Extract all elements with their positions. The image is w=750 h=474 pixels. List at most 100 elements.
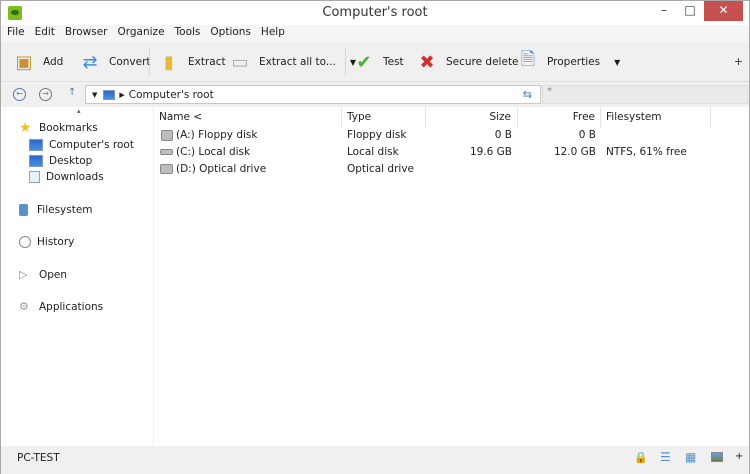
sidebar-item-downloads[interactable]: Downloads [29, 171, 104, 183]
convert-label: Convert [109, 56, 151, 68]
toolbar-divider [345, 48, 346, 76]
open-label: Open [39, 269, 68, 281]
status-more-button[interactable]: + [735, 451, 743, 462]
minimize-button[interactable]: – [651, 1, 677, 21]
bookmarks-label: Bookmarks [39, 122, 98, 134]
checkmark-icon: ✔ [356, 51, 372, 73]
row-name: (A:) Floppy disk [176, 129, 258, 141]
details-view-icon[interactable]: ☰ [660, 450, 671, 464]
sidebar: ▴ ★ Bookmarks Computer's root Desktop Dow… [1, 107, 153, 446]
menu-help[interactable]: Help [255, 25, 289, 38]
add-box-icon: ▣ [15, 51, 33, 73]
secure-delete-button[interactable]: ✖ Secure delete [416, 49, 519, 75]
row-filesystem: NTFS, 61% free [606, 146, 687, 158]
row-size: 19.6 GB [469, 146, 512, 158]
filesystem-icon [19, 204, 28, 216]
status-bar: PC-TEST 🔒 ☰ ▦ + [1, 446, 749, 474]
computer-icon [103, 89, 116, 100]
toolbar-more-button[interactable]: + [734, 49, 743, 75]
extract-label: Extract [188, 56, 226, 68]
add-label: Add [43, 56, 64, 68]
column-header-filesystem[interactable]: Filesystem [601, 107, 711, 127]
sidebar-item-computers-root[interactable]: Computer's root [29, 139, 134, 151]
menu-organize[interactable]: Organize [111, 25, 168, 38]
address-row: ← → ↑ ▼ ▶ Computer's root ⇆ * [1, 83, 749, 106]
extract-button[interactable]: ▮ Extract [158, 49, 226, 75]
desktop-icon [29, 155, 43, 167]
downloads-icon [29, 171, 40, 183]
hard-disk-icon [160, 149, 173, 155]
file-list: Name < Type Size Free Filesystem (A:) Fl… [154, 107, 749, 446]
sidebar-item-label: Computer's root [49, 139, 134, 151]
forward-icon[interactable]: → [39, 88, 52, 101]
thumbnail-view-icon[interactable] [711, 452, 723, 462]
history-label: History [37, 236, 75, 248]
row-free: 12.0 GB [553, 146, 596, 158]
play-icon: ▷ [19, 268, 28, 281]
column-header-type[interactable]: Type [342, 107, 426, 127]
row-type: Local disk [347, 146, 399, 158]
app-window: Computer's root – □ ✕ File Edit Browser Org… [0, 0, 750, 474]
convert-arrows-icon: ⇄ [82, 51, 98, 73]
row-name: (D:) Optical drive [176, 163, 267, 175]
row-name: (C:) Local disk [176, 146, 251, 158]
menu-bar: File Edit Browser Organize Tools Options Help [1, 25, 749, 42]
filesystem-label: Filesystem [37, 204, 93, 216]
toolbar-divider [149, 48, 150, 76]
menu-options[interactable]: Options [204, 25, 255, 38]
refresh-icon[interactable]: ⇆ [523, 88, 532, 101]
tiles-view-icon[interactable]: ▦ [685, 450, 696, 464]
secure-delete-label: Secure delete [446, 56, 519, 68]
collapse-icon[interactable]: ▴ [77, 107, 81, 115]
close-button[interactable]: ✕ [704, 1, 743, 21]
applications-label: Applications [39, 301, 104, 313]
window-title: Computer's root [322, 5, 428, 20]
folder-extract-icon: ▮ [164, 51, 174, 73]
add-button[interactable]: ▣ Add [13, 49, 63, 75]
menu-file[interactable]: File [1, 25, 29, 38]
convert-button[interactable]: ⇄ Convert [79, 49, 151, 75]
column-header-name[interactable]: Name < [154, 107, 342, 127]
sidebar-history[interactable]: History [19, 236, 74, 248]
maximize-button[interactable]: □ [677, 1, 703, 21]
filter-input[interactable]: * [542, 85, 748, 104]
sidebar-item-label: Desktop [49, 155, 93, 167]
sidebar-item-label: Downloads [46, 171, 104, 183]
test-label: Test [383, 56, 404, 68]
sidebar-item-desktop[interactable]: Desktop [29, 155, 92, 167]
toolbar: ▣ Add ⇄ Convert ▮ Extract ▭ Extract all to..… [1, 42, 749, 82]
column-header-size[interactable]: Size [426, 107, 518, 127]
star-icon: ★ [19, 120, 32, 136]
sidebar-applications[interactable]: ⚙ Applications [19, 300, 104, 314]
menu-edit[interactable]: Edit [29, 25, 59, 38]
drive-extract-icon: ▭ [231, 51, 249, 73]
chevron-down-icon[interactable]: ▼ [614, 58, 620, 67]
floppy-icon [161, 130, 173, 141]
history-dropdown-icon[interactable]: ▼ [92, 91, 97, 99]
extract-all-label: Extract all to... [259, 56, 336, 68]
sidebar-filesystem[interactable]: Filesystem [19, 204, 93, 216]
menu-tools[interactable]: Tools [169, 25, 205, 38]
menu-browser[interactable]: Browser [59, 25, 112, 38]
applications-icon: ⚙ [19, 300, 29, 313]
computer-icon [29, 139, 43, 151]
back-icon[interactable]: ← [13, 88, 26, 101]
row-type: Optical drive [347, 163, 414, 175]
row-size: 0 B [494, 129, 512, 141]
row-free: 0 B [578, 129, 596, 141]
properties-label: Properties [547, 56, 601, 68]
column-header-free[interactable]: Free [518, 107, 601, 127]
sidebar-bookmarks[interactable]: ★ Bookmarks [19, 120, 98, 136]
breadcrumb-arrow-icon: ▶ [119, 90, 125, 99]
sidebar-open[interactable]: ▷ Open [19, 268, 68, 282]
document-check-icon: 🗎 [520, 49, 536, 70]
properties-button[interactable]: 🗎 Properties ▼ [517, 49, 620, 75]
extract-all-button[interactable]: ▭ Extract all to... ▼ [229, 49, 356, 75]
test-button[interactable]: ✔ Test [353, 49, 404, 75]
address-bar[interactable]: ▼ ▶ Computer's root ⇆ [85, 85, 541, 104]
lock-icon[interactable]: 🔒 [634, 451, 648, 464]
row-type: Floppy disk [347, 129, 407, 141]
title-bar: Computer's root – □ ✕ [1, 1, 749, 25]
up-arrow-icon[interactable]: ↑ [68, 87, 76, 98]
red-x-icon: ✖ [419, 51, 435, 73]
